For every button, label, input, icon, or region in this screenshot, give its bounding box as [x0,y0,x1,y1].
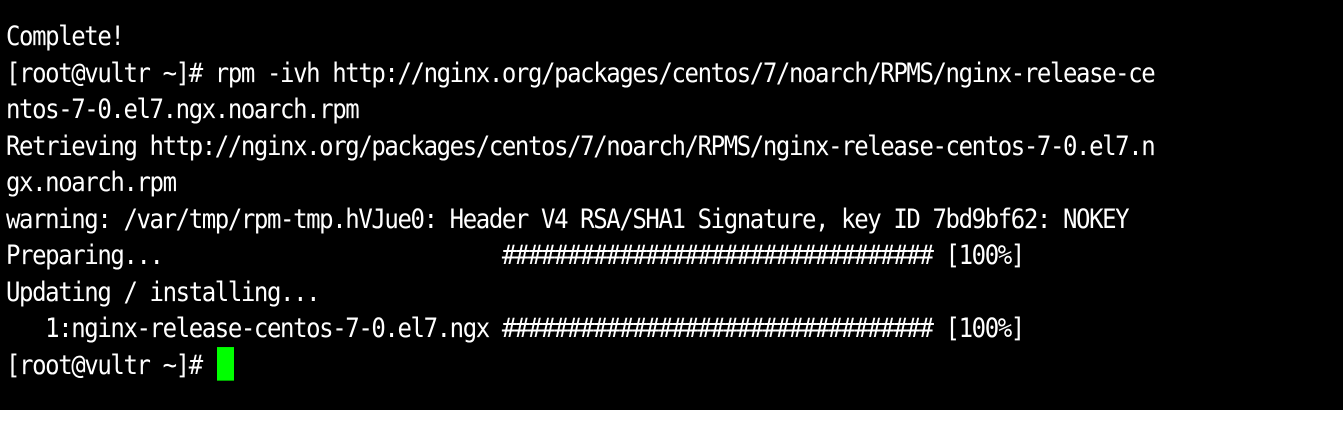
warning-line: warning: /var/tmp/rpm-tmp.hVJue0: Header… [6,202,1130,235]
terminal-window[interactable]: Complete! [root@vultr ~]# rpm -ivh http:… [0,0,1343,410]
progress-line-installing: 1:nginx-release-centos-7-0.el7.ngx #####… [6,312,1025,344]
shell-prompt: [root@vultr ~]# [6,348,215,381]
output-line: Retrieving http://nginx.org/packages/cen… [6,129,1156,162]
command-line: [root@vultr ~]# rpm -ivh http://nginx.or… [6,56,1156,89]
bottom-edge [0,410,1343,422]
progress-line-preparing: Preparing... ###########################… [6,239,1025,271]
command-line-wrap: ntos-7-0.el7.ngx.noarch.rpm [6,93,360,125]
output-line-wrap: gx.noarch.rpm [6,166,177,198]
terminal-cursor[interactable] [216,346,234,381]
output-line: Updating / installing... [6,275,321,308]
output-line: Complete! [6,20,125,52]
prompt-line[interactable]: [root@vultr ~]# [6,344,1343,385]
